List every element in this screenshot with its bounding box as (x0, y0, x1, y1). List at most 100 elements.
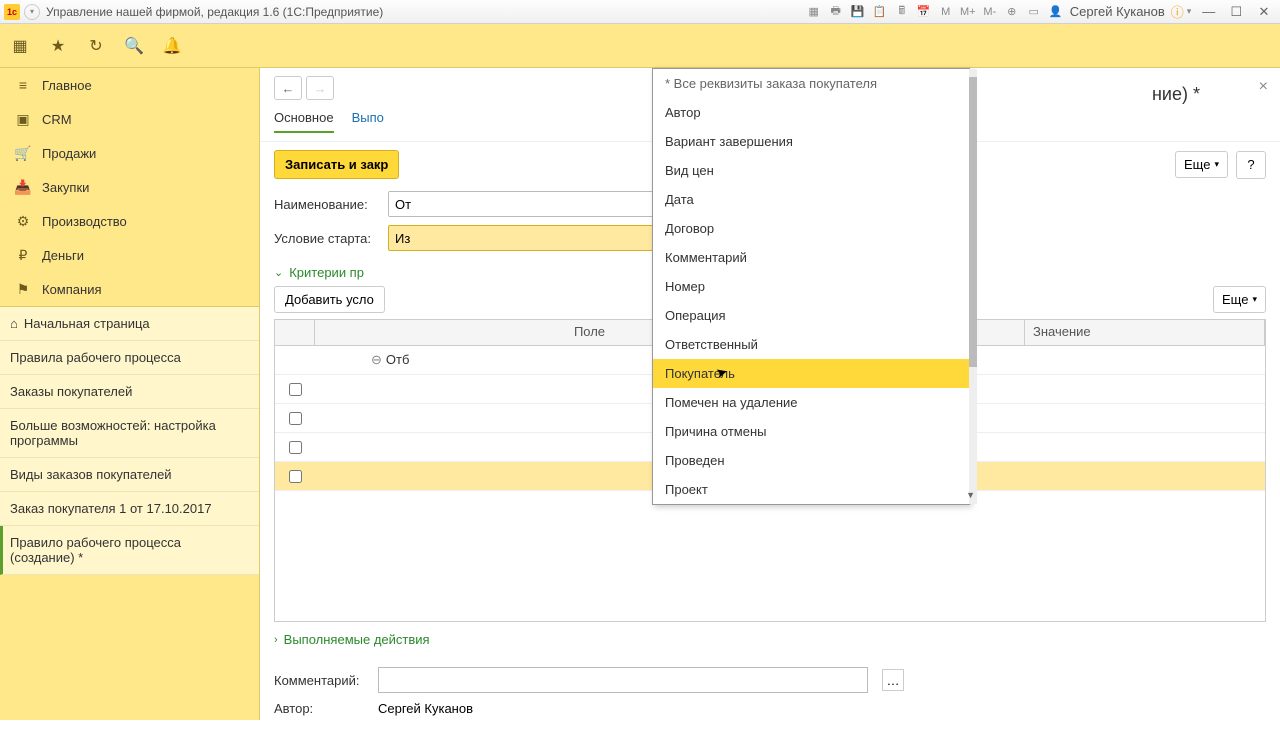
titlebar: 1c ▾ Управление нашей фирмой, редакция 1… (0, 0, 1280, 24)
actions-title: Выполняемые действия (284, 632, 430, 647)
apps-icon[interactable]: ▦ (10, 36, 30, 56)
more-button[interactable]: Еще▾ (1175, 151, 1228, 178)
info-icon[interactable]: ⓘ (1171, 2, 1187, 21)
crm-icon: ▣ (14, 111, 32, 128)
row-checkbox[interactable] (289, 470, 302, 483)
info-dropdown-icon[interactable]: ▾ (1187, 6, 1197, 17)
search-icon[interactable]: 🔍 (124, 36, 144, 56)
dropdown-scrollbar-thumb[interactable] (969, 77, 977, 367)
actions-section-toggle[interactable]: › Выполняемые действия (260, 622, 1280, 653)
close-button[interactable]: ✕ (1252, 3, 1276, 21)
sub-order-1[interactable]: Заказ покупателя 1 от 17.10.2017 (0, 492, 259, 526)
author-value: Сергей Куканов (378, 701, 473, 716)
nav-crm[interactable]: ▣ CRM (0, 102, 259, 136)
nav-label: Продажи (42, 146, 96, 161)
app-menu-dropdown[interactable]: ▾ (24, 4, 40, 20)
m-minus-icon[interactable]: М- (982, 4, 998, 20)
comment-expand-button[interactable]: … (882, 669, 904, 691)
maximize-button[interactable]: ☐ (1224, 3, 1248, 21)
nav-label: Закупки (42, 180, 89, 195)
purchases-icon: 📥 (14, 179, 32, 196)
author-label: Автор: (274, 701, 368, 716)
dropdown-header[interactable]: * Все реквизиты заказа покупателя (653, 69, 969, 98)
more-label: Еще (1184, 157, 1210, 172)
windows-icon[interactable]: ▭ (1026, 4, 1042, 20)
dropdown-item[interactable]: Номер (653, 272, 969, 301)
nav-company[interactable]: ⚑ Компания (0, 272, 259, 306)
dropdown-item[interactable]: Причина отмены (653, 417, 969, 446)
user-icon: 👤 (1048, 4, 1064, 20)
print-icon[interactable]: 🖶 (828, 4, 844, 20)
dropdown-item[interactable]: Покупатель (653, 359, 969, 388)
nav-label: Компания (42, 282, 102, 297)
tab-main[interactable]: Основное (274, 110, 334, 133)
help-button[interactable]: ? (1236, 151, 1266, 179)
criteria-more-button[interactable]: Еще▾ (1213, 286, 1266, 313)
dropdown-item[interactable]: Дата (653, 185, 969, 214)
dropdown-item[interactable]: Вид цен (653, 156, 969, 185)
sidebar: ≡ Главное ▣ CRM 🛒 Продажи 📥 Закупки ⚙Произво… (0, 68, 260, 720)
nav-back-button[interactable]: ← (274, 76, 302, 100)
dropdown-item[interactable]: Вариант завершения (653, 127, 969, 156)
menu-icon: ≡ (14, 77, 32, 93)
dropdown-item[interactable]: Операция (653, 301, 969, 330)
company-icon: ⚑ (14, 281, 32, 298)
m-clear-icon[interactable]: М (938, 4, 954, 20)
nav-label: CRM (42, 112, 72, 127)
calculator-icon[interactable]: 🖩 (894, 4, 910, 20)
minimize-button[interactable]: — (1197, 2, 1221, 20)
m-plus-icon[interactable]: М+ (960, 4, 976, 20)
main-area: ние) * × ← → Основное Выпо Записать и за… (260, 68, 1280, 720)
collapse-icon[interactable]: ⊖ (371, 352, 382, 367)
row-checkbox[interactable] (289, 383, 302, 396)
tab-exec[interactable]: Выпо (352, 110, 384, 133)
footer-section: Комментарий: … Автор: Сергей Куканов (260, 653, 1280, 730)
nav-main[interactable]: ≡ Главное (0, 68, 259, 102)
sub-home[interactable]: ⌂Начальная страница (0, 307, 259, 341)
sub-rules[interactable]: Правила рабочего процесса (0, 341, 259, 375)
money-icon: ₽ (14, 247, 32, 264)
chevron-down-icon: ⌄ (274, 266, 283, 279)
dropdown-item[interactable]: Проект (653, 475, 969, 504)
save-icon[interactable]: 💾 (850, 4, 866, 20)
col-value: Значение (1025, 320, 1265, 345)
nav-label: Главное (42, 78, 92, 93)
nav-money[interactable]: ₽Деньги (0, 238, 259, 272)
current-user[interactable]: Сергей Куканов (1070, 4, 1165, 19)
print-preview-icon[interactable]: ▦ (806, 4, 822, 20)
nav-production[interactable]: ⚙Производство (0, 204, 259, 238)
history-icon[interactable]: ↻ (86, 36, 106, 56)
nav-sales[interactable]: 🛒 Продажи (0, 136, 259, 170)
nav-forward-button[interactable]: → (306, 76, 334, 100)
sub-rule-create[interactable]: Правило рабочего процесса (создание) * (0, 526, 259, 575)
add-condition-button[interactable]: Добавить усло (274, 286, 385, 313)
comment-label: Комментарий: (274, 673, 368, 688)
dropdown-item[interactable]: Автор (653, 98, 969, 127)
grid-empty-area (275, 491, 1265, 621)
comment-input[interactable] (378, 667, 868, 693)
sales-icon: 🛒 (14, 145, 32, 162)
sub-orders[interactable]: Заказы покупателей (0, 375, 259, 409)
save-close-button[interactable]: Записать и закр (274, 150, 399, 179)
row-checkbox[interactable] (289, 441, 302, 454)
more-label: Еще (1222, 292, 1248, 307)
clipboard-icon[interactable]: 📋 (872, 4, 888, 20)
dropdown-item[interactable]: Помечен на удаление (653, 388, 969, 417)
calendar-icon[interactable]: 📅 (916, 4, 932, 20)
start-value: Из (395, 231, 410, 246)
sub-settings[interactable]: Больше возможностей: настройка программы (0, 409, 259, 458)
row-checkbox[interactable] (289, 412, 302, 425)
nav-purchases[interactable]: 📥 Закупки (0, 170, 259, 204)
favorites-icon[interactable]: ★ (48, 36, 68, 56)
dropdown-item[interactable]: Комментарий (653, 243, 969, 272)
notifications-icon[interactable]: 🔔 (162, 36, 182, 56)
sub-order-types[interactable]: Виды заказов покупателей (0, 458, 259, 492)
close-tab-button[interactable]: × (1259, 78, 1268, 96)
dropdown-item[interactable]: Ответственный (653, 330, 969, 359)
dropdown-scroll-down-icon[interactable]: ▼ (966, 490, 975, 500)
document-title-suffix: ние) * (1152, 84, 1200, 105)
dropdown-item[interactable]: Проведен (653, 446, 969, 475)
dropdown-item[interactable]: Договор (653, 214, 969, 243)
field-dropdown: * Все реквизиты заказа покупателя АвторВ… (652, 68, 970, 505)
zoom-icon[interactable]: ⊕ (1004, 4, 1020, 20)
